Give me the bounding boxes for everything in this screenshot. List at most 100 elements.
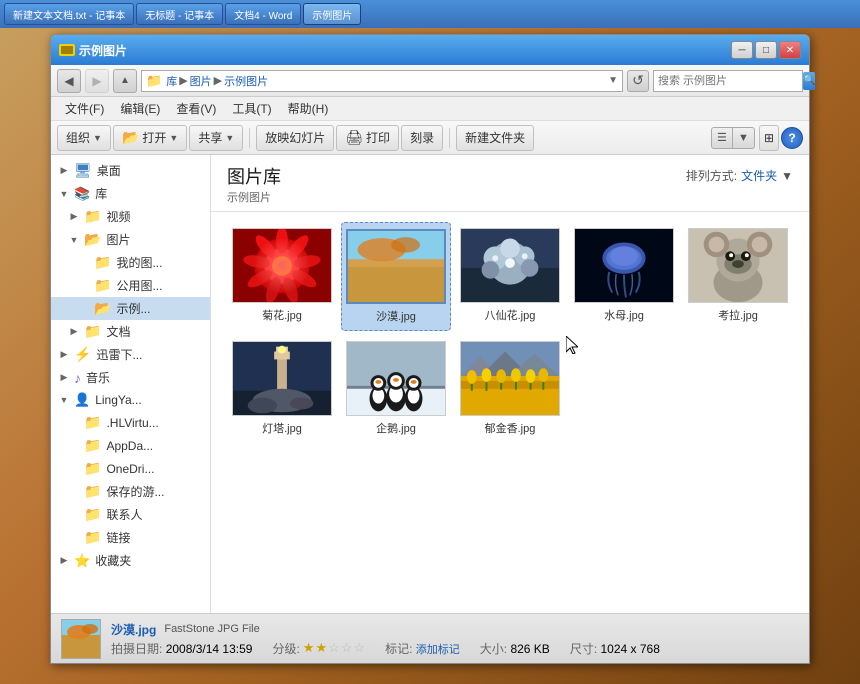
sidebar-item-links[interactable]: 📁 链接	[51, 526, 210, 549]
status-rating-label: 分级:	[272, 640, 299, 657]
thunder-label: 迅雷下...	[96, 346, 202, 363]
sidebar-item-lingya[interactable]: ▼ 👤 LingYa...	[51, 389, 210, 411]
sidebar-item-onedrive[interactable]: 📁 OneDri...	[51, 457, 210, 480]
path-sample[interactable]: 示例图片	[224, 73, 268, 89]
taskbar: 新建文本文档.txt - 记事本 无标题 - 记事本 文档4 - Word 示例…	[0, 0, 860, 28]
status-filetype: FastStone JPG File	[164, 623, 259, 635]
taskbar-explorer[interactable]: 示例图片	[303, 3, 361, 25]
file-item-koala[interactable]: 考拉.jpg	[683, 222, 793, 331]
sort-arrow-icon: ▼	[781, 169, 793, 183]
minimize-button[interactable]: ─	[731, 41, 753, 59]
slideshow-button[interactable]: 放映幻灯片	[256, 125, 334, 151]
lingya-icon: 👤	[74, 392, 90, 408]
explorer-window: 示例图片 ─ □ ✕ ◀ ▶ ▲ 📁 库 ▶ 图片 ▶ 示例图片 ▼	[50, 34, 810, 664]
menu-view[interactable]: 查看(V)	[168, 98, 224, 119]
file-item-baxianhua[interactable]: 八仙花.jpg	[455, 222, 565, 331]
back-icon: ◀	[64, 74, 73, 88]
sidebar-item-appdata[interactable]: 📁 AppDa...	[51, 434, 210, 457]
sidebar-item-mypic[interactable]: 📁 我的图...	[51, 251, 210, 274]
toolbar-sep-2	[449, 128, 450, 148]
sidebar-item-music[interactable]: ▶ ♪ 音乐	[51, 366, 210, 389]
toolbar: 组织 ▼ 📂 打开 ▼ 共享 ▼ 放映幻灯片 🖨 打印 刻录 新建文件夹	[51, 121, 809, 155]
file-name-shuimu: 水母.jpg	[604, 307, 644, 323]
appdata-folder-icon: 📁	[84, 437, 101, 454]
sidebar-item-desktop[interactable]: ▶ 🖥 桌面	[51, 159, 210, 182]
sidebar-item-sample[interactable]: 📂 示例...	[51, 297, 210, 320]
organize-button[interactable]: 组织 ▼	[57, 125, 111, 151]
pane-toggle-button[interactable]: ⊞	[759, 125, 779, 151]
panel-title-area: 图片库 示例图片	[227, 163, 281, 205]
print-button[interactable]: 🖨 打印	[336, 125, 399, 151]
sidebar-item-thunder[interactable]: ▶ ⚡ 迅雷下...	[51, 343, 210, 366]
burn-button[interactable]: 刻录	[401, 125, 443, 151]
maximize-button[interactable]: □	[755, 41, 777, 59]
sidebar-item-contacts[interactable]: 📁 联系人	[51, 503, 210, 526]
taskbar-word-label: 文档4 - Word	[234, 7, 292, 22]
search-button[interactable]: 🔍	[803, 72, 815, 90]
print-label: 打印	[366, 129, 390, 146]
file-thumbnail-juhua	[232, 228, 332, 303]
path-library[interactable]: 库	[166, 73, 177, 89]
menu-file[interactable]: 文件(F)	[57, 98, 112, 119]
view-dropdown-button[interactable]: ▼	[733, 127, 755, 149]
sidebar-item-saved[interactable]: 📁 保存的游...	[51, 480, 210, 503]
toolbar-sep-1	[249, 128, 250, 148]
sidebar-item-docs[interactable]: ▶ 📁 文档	[51, 320, 210, 343]
new-folder-button[interactable]: 新建文件夹	[456, 125, 534, 151]
sidebar-item-publicpic[interactable]: 📁 公用图...	[51, 274, 210, 297]
music-label: 音乐	[86, 369, 202, 386]
docs-folder-icon: 📁	[84, 323, 101, 340]
help-button[interactable]: ?	[781, 127, 803, 149]
sort-value[interactable]: 文件夹	[741, 167, 777, 184]
file-item-yujinxiang[interactable]: 郁金香.jpg	[455, 335, 565, 442]
panel-library-title: 图片库	[227, 163, 281, 189]
docs-label: 文档	[106, 323, 202, 340]
sidebar-item-favorites[interactable]: ▶ ⭐ 收藏夹	[51, 549, 210, 572]
file-item-shuimu[interactable]: 水母.jpg	[569, 222, 679, 331]
view-details-button[interactable]: ☰	[711, 127, 733, 149]
file-item-dengta[interactable]: 灯塔.jpg	[227, 335, 337, 442]
taskbar-notepad2[interactable]: 无标题 - 记事本	[136, 3, 223, 25]
back-button[interactable]: ◀	[57, 69, 81, 93]
status-size-label: 大小:	[480, 642, 507, 656]
panel-header: 图片库 示例图片 排列方式: 文件夹 ▼	[211, 155, 809, 212]
view-buttons: ☰ ▼	[711, 127, 755, 149]
menu-help[interactable]: 帮助(H)	[280, 98, 337, 119]
close-button[interactable]: ✕	[779, 41, 801, 59]
address-field[interactable]: 📁 库 ▶ 图片 ▶ 示例图片 ▼	[141, 70, 623, 92]
star-4: ☆	[341, 640, 353, 656]
search-input[interactable]	[658, 75, 800, 87]
address-dropdown-icon[interactable]: ▼	[608, 75, 618, 86]
main-panel: 图片库 示例图片 排列方式: 文件夹 ▼	[211, 155, 809, 613]
sidebar-item-pictures[interactable]: ▼ 📂 图片	[51, 228, 210, 251]
share-button[interactable]: 共享 ▼	[189, 125, 243, 151]
menu-edit[interactable]: 编辑(E)	[112, 98, 168, 119]
file-name-shamo: 沙漠.jpg	[376, 308, 416, 324]
path-pictures[interactable]: 图片	[190, 73, 212, 89]
up-button[interactable]: ▲	[113, 69, 137, 93]
status-dim: 尺寸: 1024 x 768	[570, 640, 660, 657]
status-filename[interactable]: 沙漠.jpg	[111, 621, 156, 638]
pictures-expand-icon: ▼	[69, 235, 79, 245]
taskbar-notepad1[interactable]: 新建文本文档.txt - 记事本	[4, 3, 134, 25]
file-item-juhua[interactable]: 菊花.jpg	[227, 222, 337, 331]
status-stars: ★ ★ ☆ ☆ ☆	[303, 640, 365, 656]
status-size: 大小: 826 KB	[480, 640, 550, 657]
file-name-baxianhua: 八仙花.jpg	[485, 307, 536, 323]
taskbar-word[interactable]: 文档4 - Word	[225, 3, 301, 25]
status-tag-value[interactable]: 添加标记	[416, 644, 460, 656]
file-item-qie[interactable]: 企鹅.jpg	[341, 335, 451, 442]
publicpic-label: 公用图...	[116, 277, 202, 294]
sidebar-item-hlvirtu[interactable]: 📁 .HLVirtu...	[51, 411, 210, 434]
refresh-button[interactable]: ↺	[627, 70, 649, 92]
publicpic-folder-icon: 📁	[94, 277, 111, 294]
sidebar-item-library[interactable]: ▼ 📚 库	[51, 182, 210, 205]
forward-button[interactable]: ▶	[85, 69, 109, 93]
appdata-label: AppDa...	[106, 439, 202, 453]
menu-tools[interactable]: 工具(T)	[224, 98, 279, 119]
sidebar-item-video[interactable]: ▶ 📁 视频	[51, 205, 210, 228]
new-folder-label: 新建文件夹	[465, 129, 525, 146]
contacts-label: 联系人	[106, 506, 202, 523]
open-button[interactable]: 📂 打开 ▼	[113, 125, 187, 151]
file-item-shamo[interactable]: 沙漠.jpg	[341, 222, 451, 331]
